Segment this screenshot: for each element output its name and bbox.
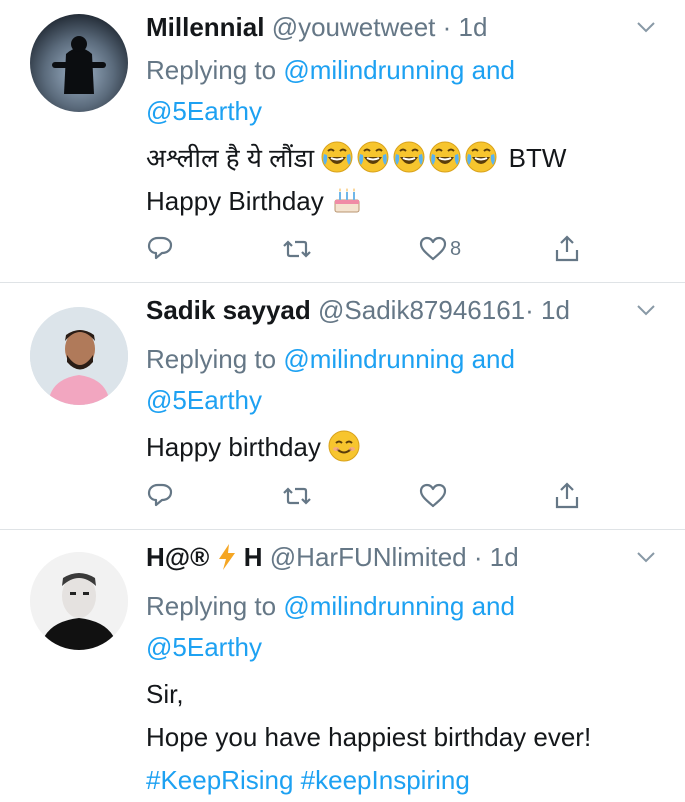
- text-line: अश्लील है ये लौंडा: [146, 143, 315, 173]
- display-name[interactable]: Millennial: [146, 12, 264, 42]
- replying-to: Replying to @milindrunning and @5Earthy: [146, 50, 515, 132]
- avatar[interactable]: [30, 552, 128, 650]
- tweet-header: H@® H @HarFUNlimited · 1d: [146, 542, 519, 573]
- face-with-tears-of-joy-icon: [393, 141, 426, 173]
- username[interactable]: @HarFUNlimited: [270, 542, 467, 572]
- replying-label: Replying to: [146, 344, 277, 374]
- display-name[interactable]: H@®: [146, 542, 209, 572]
- motorcycle-image: [52, 36, 106, 94]
- tweet-1[interactable]: Millennial @youwetweet · 1d Replying to …: [0, 0, 685, 283]
- text-line: Happy Birthday: [146, 186, 324, 216]
- hashtag-link[interactable]: #keepInspiring: [301, 765, 470, 795]
- face-with-tears-of-joy-icon: [465, 141, 498, 173]
- username[interactable]: @Sadik87946161: [318, 295, 525, 325]
- heart-icon: [419, 483, 447, 508]
- retweet-button[interactable]: [282, 232, 312, 266]
- chevron-down-icon[interactable]: [635, 16, 657, 38]
- replying-to: Replying to @milindrunning and @5Earthy: [146, 339, 515, 421]
- tweet-header: Millennial @youwetweet · 1d: [146, 12, 487, 43]
- share-button[interactable]: [552, 479, 582, 513]
- replying-label: Replying to: [146, 55, 277, 85]
- text-line: Happy birthday: [146, 432, 321, 462]
- mention-link[interactable]: @milindrunning: [283, 591, 464, 621]
- timestamp[interactable]: 1d: [490, 542, 519, 572]
- tweet-text: अश्लील है ये लौंडा BTW Happy Birthday: [146, 137, 566, 223]
- profile-photo: [30, 307, 128, 405]
- replying-to: Replying to @milindrunning and @5Earthy: [146, 586, 515, 668]
- reply-button[interactable]: [146, 479, 176, 513]
- display-name-suffix[interactable]: H: [244, 542, 263, 572]
- face-with-tears-of-joy-icon: [429, 141, 462, 173]
- face-with-tears-of-joy-icon: [357, 141, 390, 173]
- replying-label: Replying to: [146, 591, 277, 621]
- like-count: 8: [450, 237, 462, 260]
- retweet-button[interactable]: [282, 479, 312, 513]
- face-with-tears-of-joy-icon: [321, 141, 354, 173]
- birthday-cake-icon: [334, 187, 360, 213]
- smiling-face-icon: [328, 430, 361, 462]
- avatar[interactable]: [30, 14, 128, 112]
- action-bar: [146, 479, 586, 513]
- mention-link[interactable]: @5Earthy: [146, 96, 262, 126]
- share-icon: [555, 235, 579, 262]
- lightning-bolt-icon: [218, 544, 235, 570]
- separator: ·: [442, 12, 452, 42]
- retweet-icon: [282, 487, 312, 505]
- timestamp[interactable]: 1d: [459, 12, 488, 42]
- separator: ·: [473, 542, 483, 572]
- tweet-3[interactable]: H@® H @HarFUNlimited · 1d Replying to @m…: [0, 530, 685, 799]
- display-name[interactable]: Sadik sayyad: [146, 295, 311, 325]
- and-label[interactable]: and: [472, 55, 515, 85]
- timestamp[interactable]: 1d: [541, 295, 570, 325]
- share-icon: [555, 482, 579, 509]
- chevron-down-icon[interactable]: [635, 546, 657, 568]
- mention-link[interactable]: @milindrunning: [283, 55, 464, 85]
- text-line: BTW: [508, 143, 567, 173]
- tweet-text: Happy birthday: [146, 426, 364, 469]
- avatar[interactable]: [30, 307, 128, 405]
- action-bar: 8: [146, 232, 586, 266]
- mention-link[interactable]: @5Earthy: [146, 385, 262, 415]
- chevron-down-icon[interactable]: [635, 299, 657, 321]
- like-button[interactable]: 8: [418, 232, 461, 266]
- profile-photo: [30, 552, 128, 650]
- separator: ·: [525, 295, 534, 325]
- heart-icon: [419, 236, 447, 261]
- like-button[interactable]: [418, 479, 450, 513]
- reply-icon: [147, 483, 173, 507]
- username[interactable]: @youwetweet: [272, 12, 436, 42]
- tweet-text: Sir, Hope you have happiest birthday eve…: [146, 673, 591, 802]
- tweet-header: Sadik sayyad @Sadik87946161· 1d: [146, 295, 570, 326]
- mention-link[interactable]: @5Earthy: [146, 632, 262, 662]
- and-label[interactable]: and: [472, 591, 515, 621]
- hashtag-link[interactable]: #KeepRising: [146, 765, 293, 795]
- tweet-2[interactable]: Sadik sayyad @Sadik87946161· 1d Replying…: [0, 283, 685, 530]
- retweet-icon: [282, 240, 312, 258]
- share-button[interactable]: [552, 232, 582, 266]
- mention-link[interactable]: @milindrunning: [283, 344, 464, 374]
- reply-button[interactable]: [146, 232, 176, 266]
- reply-icon: [147, 236, 173, 260]
- text-line: Sir,: [146, 679, 184, 709]
- text-line: Hope you have happiest birthday ever!: [146, 722, 592, 752]
- and-label[interactable]: and: [472, 344, 515, 374]
